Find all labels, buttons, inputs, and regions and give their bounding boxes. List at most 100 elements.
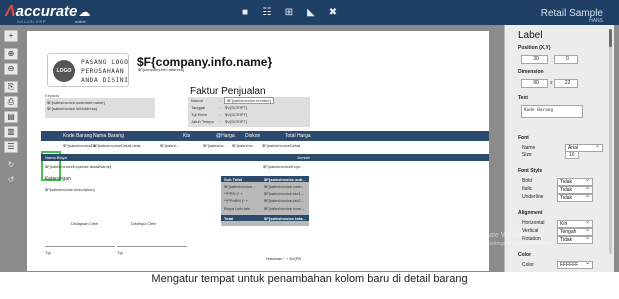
- bold-label: Bold: [522, 178, 533, 184]
- zoom-out-icon[interactable]: ⊖: [4, 63, 18, 75]
- description-field[interactable]: $F{salesInvoice.description}: [45, 187, 95, 192]
- info-value[interactable]: $V{SCRIPT}: [225, 119, 247, 124]
- keterangan-label[interactable]: Keterangan: [45, 177, 71, 182]
- color-label: Color: [518, 252, 532, 258]
- grid-icon[interactable]: ⊞: [278, 5, 300, 20]
- send-back-icon[interactable]: ▥: [4, 126, 18, 138]
- detail-value-cell[interactable]: $F{salesInv...: [232, 143, 256, 148]
- brand-tagline: SOLUSI ERP: [17, 19, 47, 24]
- position-x-input[interactable]: 30: [521, 55, 548, 64]
- tgl-label[interactable]: Tgl: [45, 250, 51, 255]
- color-select[interactable]: FFFFFF: [557, 260, 593, 269]
- summary-value[interactable]: $F{salesInvoice.total...: [264, 206, 304, 211]
- detail-value-cell[interactable]: $F{salesInv...: [203, 143, 227, 148]
- user-name: HANS: [589, 18, 603, 24]
- top-toolbar: ■ ☷ ⊞ ◣ ✖: [234, 5, 344, 20]
- info-value[interactable]: $V{SCRIPT}: [225, 112, 247, 117]
- logo-line: PASANG LOGO: [81, 59, 129, 66]
- height-input[interactable]: 22: [554, 79, 578, 88]
- panel-title: Label: [518, 30, 543, 41]
- detail-header-cell[interactable]: Diskon: [245, 133, 260, 139]
- info-label[interactable]: Nomor: [191, 98, 203, 103]
- delete-icon[interactable]: ☰: [4, 141, 18, 153]
- bring-front-icon[interactable]: ▤: [4, 111, 18, 123]
- summary-label[interactable]: Total: [224, 216, 233, 221]
- font-size-label: Size: [522, 152, 532, 158]
- info-value[interactable]: $V{SCRIPT}: [225, 105, 247, 110]
- biaya-value-cell[interactable]: $F{salesInvoiceExpe...: [263, 164, 303, 169]
- biaya-header-cell[interactable]: Jumlah: [297, 155, 310, 161]
- undo-icon[interactable]: ↺: [4, 174, 18, 186]
- report-page[interactable]: LOGO PASANG LOGO PERUSAHAAN ANDA DISINI …: [27, 31, 489, 271]
- summary-label[interactable]: Sub Total: [224, 177, 242, 182]
- save-icon[interactable]: ■: [234, 5, 256, 20]
- summary-label[interactable]: $F{salesInvoice...: [224, 184, 255, 189]
- italic-label: Italic: [522, 186, 533, 192]
- biaya-header-band: [41, 154, 489, 161]
- prepared-by-label[interactable]: Disiapkan Oleh: [71, 221, 98, 226]
- detail-header-cell[interactable]: @Harga: [216, 133, 235, 139]
- summary-value[interactable]: $F{salesInvoice.tax1...: [264, 191, 304, 196]
- add-element-icon[interactable]: +: [4, 30, 18, 42]
- info-value[interactable]: $F{salesInvoice.number}: [224, 97, 275, 104]
- dimension-label: Dimension: [518, 69, 544, 75]
- signature-line: [45, 246, 115, 247]
- text-input[interactable]: Kode Barang: [521, 105, 583, 118]
- customer-name-field[interactable]: $F{salesInvoice.customer.name}: [47, 100, 105, 105]
- detail-header-cell[interactable]: Nama Barang: [93, 133, 124, 139]
- redo-icon[interactable]: ↻: [4, 159, 18, 171]
- logo-line: ANDA DISINI: [81, 77, 129, 84]
- detail-header-cell[interactable]: Kts: [183, 133, 190, 139]
- summary-label[interactable]: Biaya Lain-lain: [224, 206, 250, 211]
- biaya-header-cell[interactable]: Nama Biaya: [45, 155, 67, 161]
- info-label[interactable]: Tgl Kirim: [191, 112, 207, 117]
- color-sub-label: Color: [522, 262, 534, 268]
- detail-value-cell[interactable]: $F{salesI...: [160, 143, 180, 148]
- summary-value[interactable]: $F{salesInvoice.sub...: [264, 177, 306, 182]
- font-name-label: Name: [522, 145, 536, 151]
- report-designer-window: Λ accurate ☁ SOLUSI ERP online ■ ☷ ⊞ ◣ ✖…: [0, 0, 619, 272]
- rotation-select[interactable]: Tidak: [557, 235, 593, 244]
- page-number-field[interactable]: "Halaman " + $V{PA: [265, 256, 301, 261]
- underline-select[interactable]: Tidak: [557, 193, 593, 202]
- logo-placeholder[interactable]: LOGO PASANG LOGO PERUSAHAAN ANDA DISINI: [47, 53, 129, 87]
- summary-value[interactable]: $F{salesInvoice.tota...: [264, 216, 306, 221]
- info-sep: :: [219, 112, 221, 117]
- detail-header-cell[interactable]: Kode Barang: [63, 133, 92, 139]
- biaya-value-cell[interactable]: $F{salesInvoiceExpense.detailName}: [45, 164, 111, 169]
- paper-icon[interactable]: ◣: [300, 5, 322, 20]
- font-size-input[interactable]: 10: [565, 151, 579, 159]
- preview-icon[interactable]: ☷: [256, 5, 278, 20]
- info-sep: :: [219, 119, 221, 124]
- summary-value[interactable]: $F{salesInvoice.tax2...: [264, 198, 304, 203]
- detail-value-cell[interactable]: $F{salesInvoiceDetail.deta...: [93, 143, 143, 148]
- copy-icon[interactable]: ⎘: [4, 81, 18, 93]
- detail-header-cell[interactable]: Total Harga: [285, 133, 311, 139]
- position-y-input[interactable]: 0: [554, 55, 578, 64]
- panel-scroll-thumb[interactable]: [609, 29, 612, 47]
- close-icon[interactable]: ✖: [322, 5, 344, 20]
- customer-address-field[interactable]: $F{salesInvoice.billAddress}: [47, 106, 97, 111]
- zoom-in-icon[interactable]: ⊕: [4, 48, 18, 60]
- summary-label[interactable]: **PPN (* +: [224, 191, 243, 196]
- faktur-title[interactable]: Faktur Penjualan: [190, 86, 266, 97]
- tgl-label[interactable]: Tgl: [117, 250, 123, 255]
- company-address-field[interactable]: $F{company.info.address}: [138, 67, 184, 72]
- activate-windows-watermark: Activate Windows Go to Settings to activ…: [474, 232, 553, 248]
- paste-icon[interactable]: ⎙: [4, 96, 18, 108]
- info-label[interactable]: Jatuh Tempo: [191, 119, 214, 124]
- info-sep: :: [219, 98, 221, 103]
- panel-scrollbar[interactable]: [609, 29, 612, 254]
- info-label[interactable]: Tanggal: [191, 105, 205, 110]
- width-input[interactable]: 90: [521, 79, 548, 88]
- brand-mark: Λ: [5, 3, 16, 20]
- logo-circle: LOGO: [53, 60, 75, 82]
- font-label: Font: [518, 135, 529, 141]
- summary-label[interactable]: **PPnBM (* +: [224, 198, 248, 203]
- approved-by-label[interactable]: Disetujui Oleh: [131, 221, 156, 226]
- summary-value[interactable]: $F{salesInvoice.cash...: [264, 184, 305, 189]
- underline-label: Underline: [522, 194, 544, 200]
- dimension-separator: x: [550, 80, 553, 86]
- logo-line: PERUSAHAAN: [81, 68, 125, 75]
- detail-value-cell[interactable]: $F{salesInvoiceDetail.: [262, 143, 301, 148]
